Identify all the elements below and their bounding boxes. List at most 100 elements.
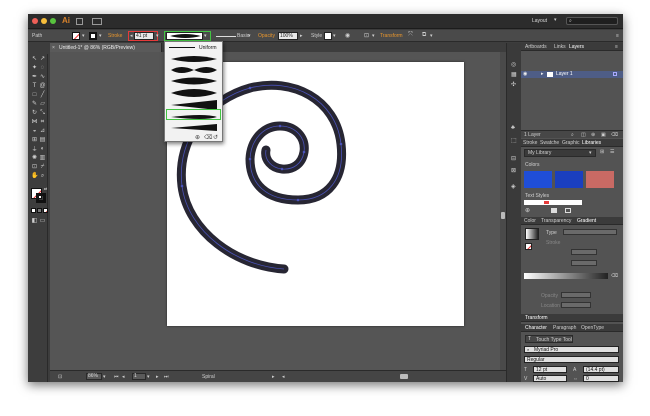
kerning-input[interactable]: Auto [533,375,567,382]
library-color-2[interactable] [555,171,583,188]
artboard-number-input[interactable]: 1 [132,373,146,380]
profile-option-4[interactable] [171,77,217,85]
gradient-slider[interactable] [524,273,608,279]
character-panel-tabs: Character Paragraph OpenType [521,324,623,332]
anchor-point[interactable] [339,142,343,146]
last-artboard-icon[interactable]: ⏭ [164,374,169,380]
tab-layers[interactable]: Layers [569,44,584,50]
gradient-fill-box[interactable] [525,243,532,250]
zoom-level-input[interactable]: 86% [86,373,102,380]
next-artboard-icon[interactable]: ▸ [156,374,159,380]
appearance-panel-icon[interactable]: ◎ [511,61,516,68]
tab-gradient[interactable]: Gradient [577,218,596,224]
align-panel-icon[interactable]: ⊟ [511,155,516,162]
layer-name[interactable]: Layer 1 [556,71,573,77]
add-to-profiles-icon[interactable]: ⊕ [195,134,200,141]
touch-type-tool-button[interactable]: T Touch Type Tool [525,335,573,343]
gradient-location-input[interactable] [561,302,591,308]
first-artboard-icon[interactable]: ⏮ [114,374,119,380]
pathfinder-panel-icon[interactable]: ⊠ [511,167,516,174]
anchor-point[interactable] [248,157,252,161]
delete-layer-icon[interactable]: ⌫ [611,132,618,138]
profile-option-3[interactable] [171,67,217,73]
new-sublayer-icon[interactable]: ⊕ [591,132,595,138]
library-dropdown[interactable]: My Library ▾ [524,149,596,157]
image-trace-panel-icon[interactable]: ◈ [511,183,516,190]
gradient-type-select[interactable] [563,229,617,235]
zoom-dropdown-icon[interactable]: ▾ [103,374,106,380]
anchor-point[interactable] [180,184,184,188]
grid-view-icon[interactable]: ⊞ [600,149,604,155]
add-text-style-icon[interactable] [565,208,571,213]
new-layer-icon[interactable]: ▣ [601,132,606,138]
touch-type-icon: T [528,336,532,342]
graphic-styles-panel-icon[interactable]: ▦ [511,71,517,78]
tracking-input[interactable]: 0 [583,375,619,382]
profile-option-5[interactable] [171,89,217,97]
expand-layer-icon[interactable]: ▸ [541,71,544,77]
vertical-scroll-thumb[interactable] [501,212,505,219]
font-family-value: Myriad Pro [534,347,559,353]
tab-opentype[interactable]: OpenType [581,325,604,331]
profile-options [171,56,217,131]
font-family-input[interactable]: ⌕ Myriad Pro [524,346,619,353]
anchor-point[interactable] [296,198,300,202]
add-color-icon[interactable] [551,208,557,213]
clipping-mask-icon[interactable]: ◫ [581,132,586,138]
scroll-left-icon[interactable]: ◂ [282,374,285,380]
status-menu-icon[interactable]: ▸ [272,374,275,380]
list-view-icon[interactable]: ☰ [610,149,614,155]
library-dropdown-icon: ▾ [589,150,592,156]
tab-libraries[interactable]: Libraries [582,140,601,146]
library-color-3[interactable] [586,171,614,188]
layer-target-icon[interactable] [613,72,617,76]
tab-graphic-styles[interactable]: Graphic [562,140,580,146]
tab-paragraph[interactable]: Paragraph [553,325,576,331]
tab-character[interactable]: Character [525,325,547,331]
gradient-aspect-input[interactable] [571,260,597,266]
leading-input[interactable]: (14.4 pt) [583,366,619,373]
gradient-opacity-input[interactable] [561,292,591,298]
text-style-swatch[interactable] [524,200,582,205]
anchor-point[interactable] [280,167,284,171]
anchor-point[interactable] [278,124,282,128]
horizontal-scroll-thumb[interactable] [400,374,408,379]
zoom-icon: ⊡ [58,374,63,380]
tab-transparency[interactable]: Transparency [541,218,571,224]
visibility-eye-icon[interactable]: ◉ [523,71,527,77]
add-content-icon[interactable]: ⊕ [525,207,530,214]
font-size-input[interactable]: 12 pt [533,366,567,373]
gradient-opacity-label: Opacity [541,293,558,299]
delete-stop-icon[interactable]: ⌫ [611,273,618,279]
symbols-panel-icon[interactable]: ♣ [511,125,515,131]
reset-profiles-icon[interactable]: ↺ [213,134,218,141]
tab-color[interactable]: Color [524,218,536,224]
locate-object-icon[interactable]: ⌕ [571,132,574,138]
uniform-label: Uniform [199,45,217,51]
artboard-dropdown-icon[interactable]: ▾ [147,374,150,380]
delete-profile-icon[interactable]: ⌫ [204,134,212,141]
anchor-point[interactable] [302,150,306,154]
tab-artboards[interactable]: Artboards [525,44,547,50]
tab-swatches[interactable]: Swatche [540,140,559,146]
anchor-point[interactable] [248,86,252,90]
profile-option-uniform[interactable]: Uniform [169,44,219,51]
profile-option-2[interactable] [171,56,217,62]
asset-export-panel-icon[interactable]: ⬚ [511,137,517,144]
layer-count: 1 Layer [524,132,541,138]
tracking-value: 0 [586,376,589,382]
font-style-select[interactable]: Regular [524,356,619,363]
library-color-1[interactable] [524,171,552,188]
gradient-angle-input[interactable] [571,249,597,255]
leading-icon: A [573,367,577,373]
layers-footer: 1 Layer ⌕ ◫ ⊕ ▣ ⌫ [521,130,623,138]
tab-stroke[interactable]: Stroke [523,140,537,146]
profile-option-8[interactable] [171,124,217,131]
gradient-thumbnail[interactable] [525,228,539,240]
brushes-panel-icon[interactable]: ✣ [511,81,516,88]
layers-panel-menu-icon[interactable]: ≡ [615,44,618,50]
layer-row[interactable]: ◉ ▸ Layer 1 [521,71,623,78]
tab-links[interactable]: Links [554,44,566,50]
tab-transform[interactable]: Transform [525,315,548,321]
previous-artboard-icon[interactable]: ◂ [122,374,125,380]
